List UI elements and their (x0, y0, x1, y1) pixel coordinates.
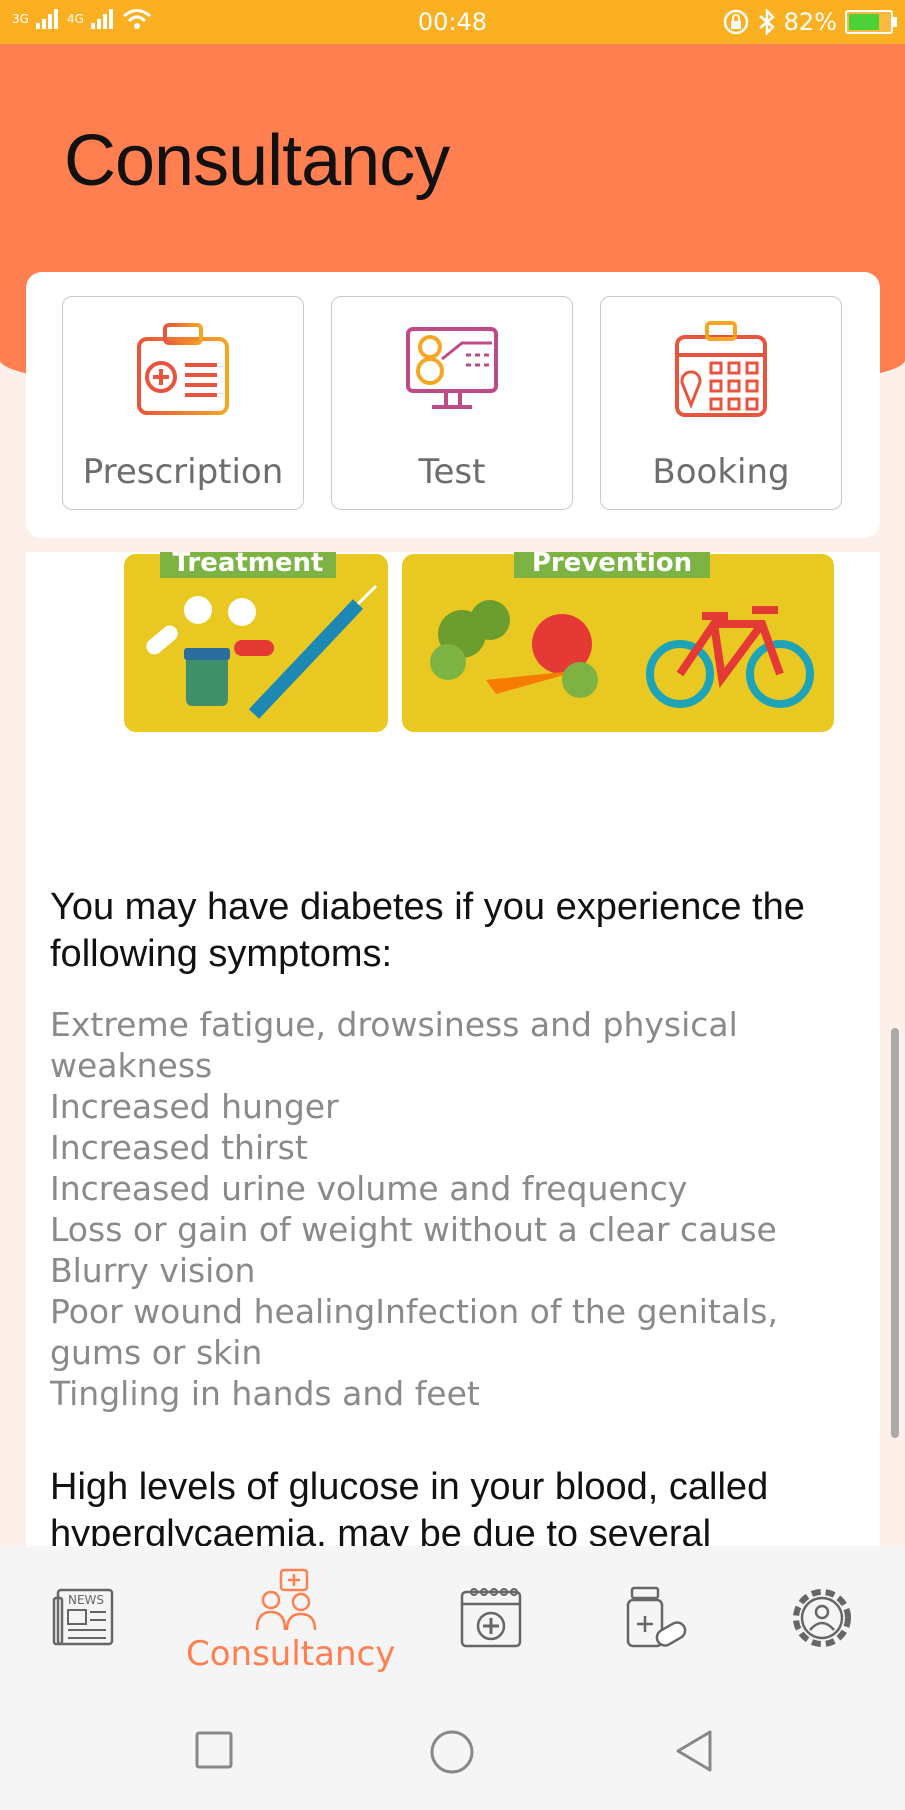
status-bar: 3G 4G 00:48 82% (0, 0, 905, 44)
home-button[interactable] (428, 1728, 476, 1776)
diabetes-illustration: Treatment Prevention (98, 552, 834, 737)
consultancy-icon (255, 1568, 317, 1631)
list-item: Loss or gain of weight without a clear c… (50, 1210, 777, 1249)
lock-rotation-icon (723, 9, 748, 35)
nav-consultancy-label: Consultancy (186, 1634, 396, 1674)
bottom-nav: NEWS Consultancy (0, 1546, 905, 1690)
bluetooth-icon (758, 9, 775, 35)
medicine-icon (626, 1586, 687, 1648)
pills-syringe-icon (146, 584, 378, 719)
scrollbar[interactable] (891, 1028, 899, 1438)
recent-apps-button[interactable] (194, 1730, 234, 1770)
treatment-tag: Treatment (160, 552, 336, 578)
settings-icon (793, 1589, 851, 1647)
calendar-medical-icon (460, 1588, 522, 1648)
nav-consultancy[interactable]: Consultancy (186, 1568, 396, 1674)
symptoms-list: Extreme fatigue, drowsiness and physical… (50, 1004, 830, 1414)
booking-label: Booking (652, 452, 790, 492)
test-button[interactable]: Test (331, 296, 573, 510)
battery-icon (845, 10, 897, 34)
system-nav (0, 1690, 905, 1810)
nav-medicine[interactable] (622, 1586, 688, 1650)
list-item: Increased hunger (50, 1087, 339, 1126)
list-item: Increased urine volume and frequency (50, 1169, 688, 1208)
nav-appointments[interactable] (458, 1586, 524, 1650)
treatment-panel: Treatment (124, 552, 388, 732)
list-item: Blurry vision (50, 1251, 256, 1290)
list-item: Poor wound healingInfection of the genit… (50, 1292, 778, 1372)
back-button[interactable] (672, 1728, 716, 1774)
prescription-button[interactable]: Prescription (62, 296, 304, 510)
battery-percent: 82% (783, 8, 837, 36)
booking-icon (675, 321, 767, 417)
status-icons: 82% (722, 8, 897, 36)
list-item: Extreme fatigue, drowsiness and physical… (50, 1005, 738, 1085)
nav-news[interactable]: NEWS (52, 1588, 116, 1648)
glucose-heading: High levels of glucose in your blood, ca… (50, 1466, 769, 1546)
svg-text:NEWS: NEWS (68, 1593, 104, 1607)
news-icon: NEWS (52, 1588, 114, 1646)
test-label: Test (418, 452, 486, 492)
prevention-tag: Prevention (514, 552, 710, 578)
page-title: Consultancy (64, 121, 450, 201)
prescription-icon (137, 323, 229, 415)
action-card: Prescription Test Booking (26, 272, 880, 538)
prevention-panel: Prevention (402, 552, 834, 732)
prescription-label: Prescription (82, 452, 284, 492)
article-content[interactable]: Treatment Prevention You may have diabet… (26, 552, 880, 1546)
list-item: Increased thirst (50, 1128, 308, 1167)
list-item: Tingling in hands and feet (50, 1374, 480, 1413)
symptoms-heading: You may have diabetes if you experience … (50, 886, 805, 975)
test-icon (406, 327, 498, 409)
booking-button[interactable]: Booking (600, 296, 842, 510)
nav-settings[interactable] (790, 1586, 854, 1650)
vegetables-bicycle-icon (430, 600, 814, 708)
